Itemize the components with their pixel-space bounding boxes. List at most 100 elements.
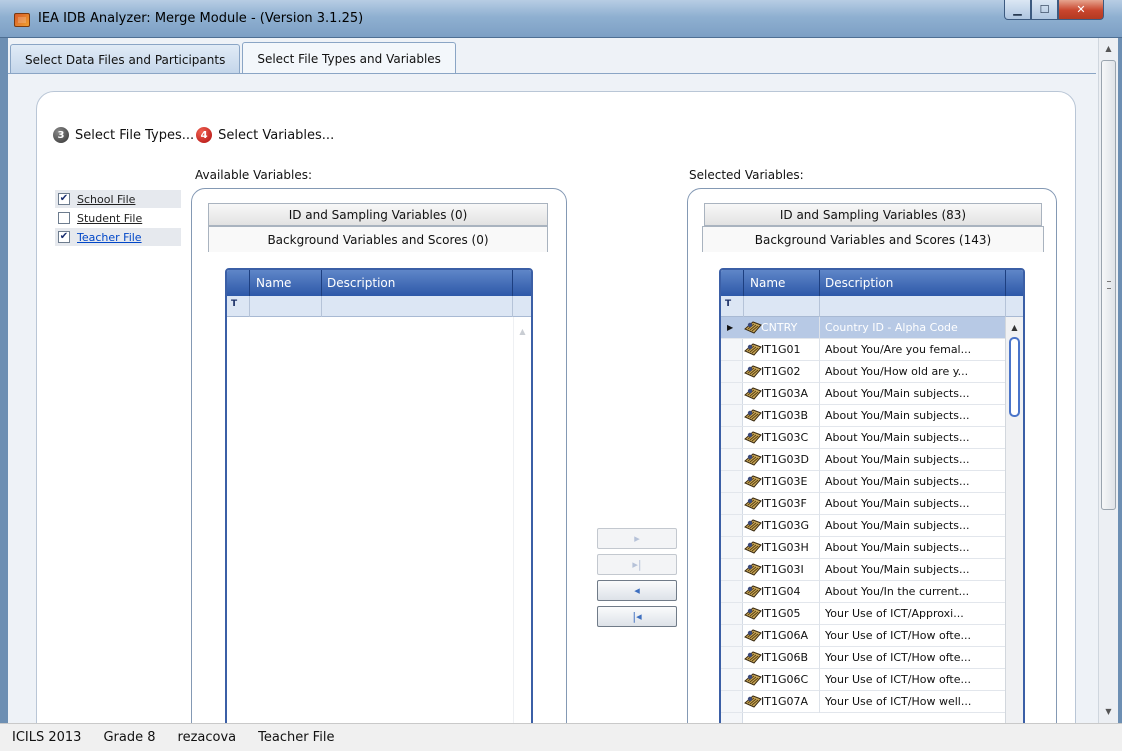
variable-row[interactable]: IT1G01 About You/Are you femal...	[721, 339, 1005, 361]
close-button[interactable]: ✕	[1058, 0, 1104, 20]
school-file-label[interactable]: School File	[77, 193, 135, 206]
main-scrollbar[interactable]: ▲ ▼	[1098, 38, 1118, 723]
variable-name: IT1G03C	[761, 431, 809, 444]
variable-description: Country ID - Alpha Code	[825, 321, 958, 334]
filter-row[interactable]: T	[721, 296, 1023, 317]
variable-row[interactable]: IT1G06B Your Use of ICT/How ofte...	[721, 647, 1005, 669]
client-area: Select Data Files and Participants Selec…	[8, 38, 1118, 723]
scroll-down-arrow-icon[interactable]: ▼	[1099, 703, 1118, 720]
available-grid-scrollbar[interactable]: ▲	[513, 317, 531, 723]
variable-name: IT1G03G	[761, 519, 810, 532]
tab-available-background[interactable]: Background Variables and Scores (0)	[208, 226, 548, 252]
grid-header: Name Description	[721, 270, 1023, 296]
step-4-label: Select Variables...	[218, 127, 335, 143]
variable-icon	[744, 408, 762, 423]
variable-row[interactable]: IT1G03F About You/Main subjects...	[721, 493, 1005, 515]
variable-description: About You/Main subjects...	[825, 453, 970, 466]
scroll-thumb[interactable]	[1101, 60, 1116, 510]
variable-name: IT1G03I	[761, 563, 804, 576]
filter-row[interactable]: T	[227, 296, 531, 317]
variable-name: IT1G06A	[761, 629, 809, 642]
selected-variables-grid[interactable]: Name Description T ▶ CNTRY Country ID - Al…	[719, 268, 1025, 723]
variable-icon	[744, 386, 762, 401]
variable-row[interactable]: IT1G06A Your Use of ICT/How ofte...	[721, 625, 1005, 647]
variable-row[interactable]: IT1G03I About You/Main subjects...	[721, 559, 1005, 581]
teacher-file-checkbox[interactable]: ✔	[58, 231, 70, 243]
variable-row[interactable]: IT1G03C About You/Main subjects...	[721, 427, 1005, 449]
variable-row[interactable]: IT1G03E About You/Main subjects...	[721, 471, 1005, 493]
move-left-button[interactable]: ◂	[597, 580, 677, 601]
variable-icon	[744, 452, 762, 467]
variable-row[interactable]: IT1G02 About You/How old are y...	[721, 361, 1005, 383]
available-variables-label: Available Variables:	[195, 168, 313, 182]
variable-name: IT1G03D	[761, 453, 809, 466]
available-variables-grid[interactable]: Name Description T ▲	[225, 268, 533, 723]
minimize-button[interactable]: ▁	[1004, 0, 1031, 20]
tab-selected-id-sampling[interactable]: ID and Sampling Variables (83)	[704, 203, 1042, 226]
variable-row[interactable]: IT1G06C Your Use of ICT/How ofte...	[721, 669, 1005, 691]
file-type-student[interactable]: Student File	[55, 209, 181, 227]
variable-icon	[744, 320, 762, 335]
tab-selected-background[interactable]: Background Variables and Scores (143)	[702, 226, 1044, 252]
move-all-left-button[interactable]: |◂	[597, 606, 677, 627]
variable-icon	[744, 650, 762, 665]
scroll-up-arrow-icon[interactable]: ▲	[1006, 319, 1023, 335]
variable-description: Your Use of ICT/How ofte...	[825, 651, 971, 664]
variable-name: IT1G06B	[761, 651, 809, 664]
title-bar: IEA IDB Analyzer: Merge Module - (Versio…	[0, 0, 1122, 38]
variable-row[interactable]: IT1G07A Your Use of ICT/How well...	[721, 691, 1005, 713]
variable-icon	[744, 628, 762, 643]
student-file-checkbox[interactable]	[58, 212, 70, 224]
variable-row[interactable]: IT1G03A About You/Main subjects...	[721, 383, 1005, 405]
status-bar: ICILS 2013 Grade 8 rezacova Teacher File	[0, 723, 1122, 751]
move-all-right-button[interactable]: ▸|	[597, 554, 677, 575]
variable-description: About You/Main subjects...	[825, 541, 970, 554]
scroll-thumb[interactable]	[1009, 337, 1020, 417]
scroll-up-arrow-icon[interactable]: ▲	[1099, 40, 1118, 57]
selected-variables-group: ID and Sampling Variables (83) Backgroun…	[687, 188, 1057, 723]
variable-name: IT1G06C	[761, 673, 809, 686]
status-file: Teacher File	[258, 730, 335, 745]
variable-row[interactable]: IT1G05 Your Use of ICT/Approxi...	[721, 603, 1005, 625]
variable-row[interactable]: IT1G03B About You/Main subjects...	[721, 405, 1005, 427]
school-file-checkbox[interactable]: ✔	[58, 193, 70, 205]
variable-description: About You/Main subjects...	[825, 409, 970, 422]
tab-select-file-types[interactable]: Select File Types and Variables	[242, 42, 456, 74]
teacher-file-label[interactable]: Teacher File	[77, 231, 142, 244]
variable-description: Your Use of ICT/Approxi...	[825, 607, 964, 620]
filter-icon[interactable]: T	[725, 299, 731, 309]
variable-row[interactable]: IT1G03H About You/Main subjects...	[721, 537, 1005, 559]
selected-grid-scrollbar[interactable]: ▲	[1005, 317, 1023, 723]
variable-row[interactable]: IT1G03D About You/Main subjects...	[721, 449, 1005, 471]
scroll-up-arrow-icon[interactable]: ▲	[514, 323, 531, 339]
variable-name: IT1G03H	[761, 541, 809, 554]
variable-row[interactable]: IT1G04 About You/In the current...	[721, 581, 1005, 603]
grid-header: Name Description	[227, 270, 531, 296]
variable-name: IT1G02	[761, 365, 801, 378]
file-type-teacher[interactable]: ✔ Teacher File	[55, 228, 181, 246]
variable-name: IT1G04	[761, 585, 801, 598]
col-name-header[interactable]: Name	[256, 276, 291, 290]
status-user: rezacova	[177, 730, 237, 745]
tab-select-data-files[interactable]: Select Data Files and Participants	[10, 44, 241, 74]
col-description-header[interactable]: Description	[327, 276, 395, 290]
variable-name: CNTRY	[761, 321, 798, 334]
step-indicator: 3 Select File Types... 4 Select Variable…	[53, 127, 334, 143]
filter-icon[interactable]: T	[231, 299, 237, 309]
student-file-label[interactable]: Student File	[77, 212, 142, 225]
window-title: IEA IDB Analyzer: Merge Module - (Versio…	[38, 11, 364, 26]
status-grade: Grade 8	[103, 730, 156, 745]
variable-icon	[744, 430, 762, 445]
current-row-pointer-icon: ▶	[727, 323, 734, 332]
col-name-header[interactable]: Name	[750, 276, 785, 290]
variable-description: About You/Main subjects...	[825, 431, 970, 444]
tab-available-id-sampling[interactable]: ID and Sampling Variables (0)	[208, 203, 548, 226]
variable-name: IT1G05	[761, 607, 801, 620]
maximize-button[interactable]: ☐	[1031, 0, 1058, 20]
move-right-button[interactable]: ▸	[597, 528, 677, 549]
variable-row[interactable]: ▶ CNTRY Country ID - Alpha Code	[721, 317, 1005, 339]
file-type-school[interactable]: ✔ School File	[55, 190, 181, 208]
col-description-header[interactable]: Description	[825, 276, 893, 290]
selected-variables-label: Selected Variables:	[689, 168, 804, 182]
variable-row[interactable]: IT1G03G About You/Main subjects...	[721, 515, 1005, 537]
